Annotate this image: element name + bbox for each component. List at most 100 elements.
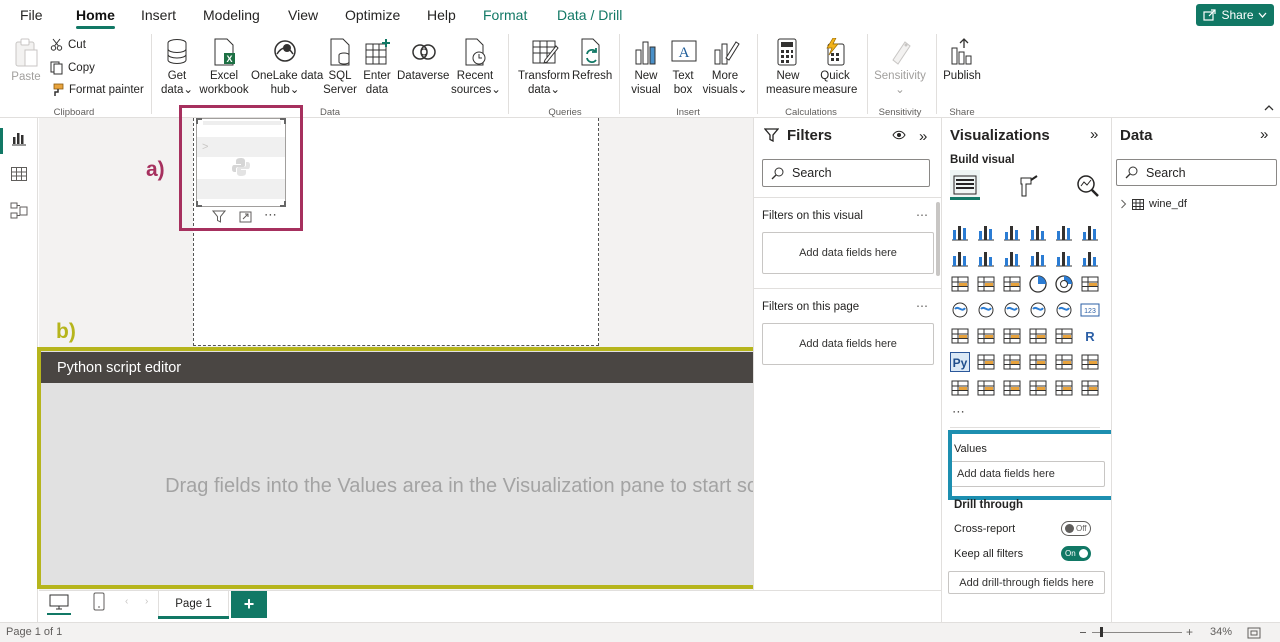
mobile-layout-icon[interactable] (93, 592, 105, 611)
zoom-in-icon[interactable]: + (1186, 625, 1193, 639)
matrix-icon[interactable] (1054, 326, 1074, 346)
gauge-icon[interactable] (1054, 300, 1074, 320)
ribbon-chart-icon[interactable] (1080, 248, 1100, 268)
menu-format[interactable]: Format (483, 7, 527, 23)
transform-data-button[interactable]: Transform data⌄ (518, 38, 570, 97)
shape-map-icon[interactable] (1002, 300, 1022, 320)
report-view-icon[interactable] (10, 130, 28, 146)
keep-filters-toggle[interactable]: On (1061, 546, 1091, 561)
desktop-layout-icon[interactable] (49, 594, 69, 611)
menu-insert[interactable]: Insert (141, 7, 176, 23)
table-view-icon[interactable] (10, 166, 28, 182)
clustered-column-icon[interactable] (1028, 222, 1048, 242)
share-button[interactable]: Share (1196, 4, 1274, 26)
format-painter-button[interactable]: Format painter (50, 83, 144, 97)
menu-view[interactable]: View (288, 7, 318, 23)
collapse-data-icon[interactable]: » (1260, 126, 1268, 143)
table-icon[interactable] (1028, 326, 1048, 346)
filters-search-input[interactable]: Search (762, 159, 930, 187)
menu-modeling[interactable]: Modeling (203, 7, 260, 23)
diamond-visual-icon[interactable] (1054, 378, 1074, 398)
page-tab-page-1[interactable]: Page 1 (158, 591, 229, 618)
new-visual-button[interactable]: New visual (628, 38, 664, 97)
waterfall-icon[interactable] (950, 274, 970, 294)
slicer-icon[interactable] (1002, 326, 1022, 346)
line-chart-icon[interactable] (950, 248, 970, 268)
publish-button[interactable]: Publish (942, 38, 982, 83)
filters-page-drop-zone[interactable]: Add data fields here (762, 323, 934, 365)
key-influencers-icon[interactable] (976, 352, 996, 372)
format-visual-tab[interactable] (1017, 174, 1039, 198)
map-icon[interactable] (950, 300, 970, 320)
menu-optimize[interactable]: Optimize (345, 7, 400, 23)
quick-measure-button[interactable]: Quick measure (812, 38, 858, 97)
power-apps-icon[interactable] (976, 378, 996, 398)
menu-file[interactable]: File (20, 7, 43, 23)
azure-map-icon[interactable] (1028, 300, 1048, 320)
onelake-hub-button[interactable]: OneLake data hub⌄ (251, 38, 323, 97)
get-data-button[interactable]: Get data⌄ (158, 38, 196, 97)
cross-report-toggle[interactable]: Off (1061, 521, 1091, 536)
copy-button[interactable]: Copy (50, 61, 95, 75)
treemap-icon[interactable] (1080, 274, 1100, 294)
stacked-bar-icon[interactable] (950, 222, 970, 242)
next-page-icon[interactable]: › (145, 596, 148, 607)
paginated-report-icon[interactable] (950, 378, 970, 398)
100-bar-icon[interactable] (1054, 222, 1074, 242)
donut-icon[interactable] (1054, 274, 1074, 294)
card-icon[interactable]: 123 (1080, 300, 1100, 320)
stacked-area-icon[interactable] (1002, 248, 1022, 268)
kpi-icon[interactable] (976, 326, 996, 346)
more-visuals-button[interactable]: More visuals⌄ (702, 38, 748, 97)
python-visual-icon[interactable]: Py (950, 352, 970, 372)
clustered-bar-icon[interactable] (1002, 222, 1022, 242)
collapse-visualizations-icon[interactable]: » (1090, 126, 1098, 143)
add-page-button[interactable]: + (231, 591, 267, 618)
table-item-wine-df[interactable]: wine_df (1120, 198, 1187, 210)
narrative-icon[interactable] (1054, 352, 1074, 372)
excel-workbook-button[interactable]: X Excel workbook (198, 38, 250, 97)
goals-icon[interactable] (1080, 352, 1100, 372)
collapse-filters-icon[interactable]: » (919, 128, 927, 145)
fit-to-page-icon[interactable] (1247, 627, 1261, 639)
sql-server-button[interactable]: SQL Server (322, 38, 358, 97)
scrollbar[interactable] (936, 202, 940, 276)
new-measure-button[interactable]: New measure (766, 38, 811, 97)
line-column-icon[interactable] (1028, 248, 1048, 268)
zoom-slider-thumb[interactable] (1100, 627, 1103, 637)
sensitivity-button[interactable]: Sensitivity ⌄ (872, 38, 928, 97)
dataverse-button[interactable]: Dataverse (397, 38, 449, 83)
zoom-out-icon[interactable] (1080, 632, 1086, 633)
zoom-slider[interactable] (1092, 632, 1182, 633)
r-visual-icon[interactable]: R (1080, 326, 1100, 346)
drill-through-drop-zone[interactable]: Add drill-through fields here (948, 571, 1105, 594)
model-view-icon[interactable] (10, 202, 28, 219)
data-search-input[interactable]: Search (1116, 159, 1277, 186)
line-clustered-icon[interactable] (1054, 248, 1074, 268)
enter-data-button[interactable]: Enter data (362, 38, 392, 97)
filters-visual-drop-zone[interactable]: Add data fields here (762, 232, 934, 274)
scatter-icon[interactable] (1002, 274, 1022, 294)
chevron-visual-icon[interactable] (1080, 378, 1100, 398)
collapse-ribbon-icon[interactable] (1264, 104, 1274, 111)
text-box-button[interactable]: A Text box (668, 38, 698, 97)
build-visual-tab[interactable] (950, 170, 980, 200)
more-options-icon[interactable]: ⋯ (916, 299, 928, 313)
cut-button[interactable]: Cut (50, 38, 86, 51)
pie-icon[interactable] (1028, 274, 1048, 294)
menu-help[interactable]: Help (427, 7, 456, 23)
recent-sources-button[interactable]: Recent sources⌄ (451, 38, 501, 97)
custom-visual-icon[interactable] (1028, 378, 1048, 398)
more-options-icon[interactable]: ⋯ (916, 208, 928, 222)
funnel-icon[interactable] (976, 274, 996, 294)
power-automate-icon[interactable] (1002, 378, 1022, 398)
paste-button[interactable]: Paste (10, 38, 42, 84)
qa-icon[interactable] (1028, 352, 1048, 372)
eye-icon[interactable] (892, 130, 906, 140)
multi-row-card-icon[interactable] (950, 326, 970, 346)
previous-page-icon[interactable]: ‹ (125, 596, 128, 607)
filled-map-icon[interactable] (976, 300, 996, 320)
menu-home[interactable]: Home (76, 7, 115, 29)
menu-data-drill[interactable]: Data / Drill (557, 7, 622, 23)
area-chart-icon[interactable] (976, 248, 996, 268)
